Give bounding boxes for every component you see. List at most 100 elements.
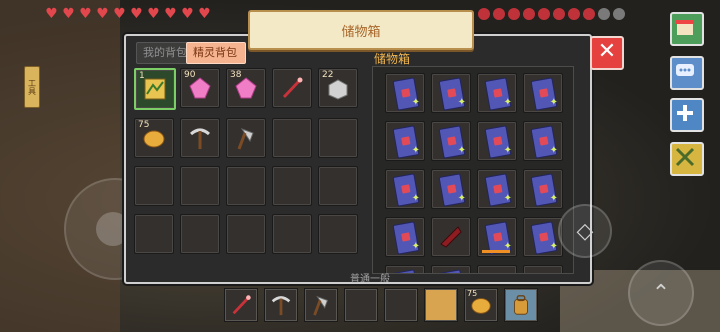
heart-icon: ♥ (147, 6, 160, 22)
inventory-slot[interactable]: 1 (134, 68, 176, 110)
sparkle-icon: ✦ (457, 193, 466, 204)
shop-icon (676, 20, 694, 35)
hotbar-item-name: 普通一般 (350, 274, 390, 285)
map-icon (144, 78, 166, 100)
storage-slot[interactable] (523, 265, 563, 273)
heart-icon: ♥ (62, 6, 75, 22)
chat-button[interactable] (670, 56, 704, 90)
inventory-slot[interactable] (226, 118, 266, 158)
craft-button[interactable] (670, 142, 704, 176)
backpack-icon (514, 295, 528, 315)
hunger-pip-icon (553, 8, 565, 20)
pickaxe-icon (271, 296, 291, 316)
hotbar-slot[interactable] (304, 288, 338, 322)
inventory-slot[interactable] (180, 118, 220, 158)
hunger-pip-icon (613, 8, 625, 20)
inventory-slot[interactable] (180, 214, 220, 254)
storage-slot[interactable]: ✦ (431, 73, 471, 113)
heart-icon: ♥ (96, 6, 109, 22)
heart-icon: ♥ (113, 6, 126, 22)
inventory-slot[interactable]: 75 (134, 118, 174, 158)
sparkle-icon: ✦ (549, 193, 558, 204)
close-button[interactable]: ✕ (590, 36, 624, 70)
sparkle-icon: ✦ (503, 97, 512, 108)
backpack-button[interactable] (504, 288, 538, 322)
storage-slot[interactable] (385, 265, 425, 273)
add-button[interactable] (670, 98, 704, 132)
storage-slot[interactable]: ✦ (385, 73, 425, 113)
hunger-pip-icon (583, 8, 595, 20)
hunger-pip-icon (493, 8, 505, 20)
sparkle-icon: ✦ (411, 97, 420, 108)
heart-icon: ♥ (198, 6, 211, 22)
inventory-slot[interactable] (272, 166, 312, 206)
storage-slot[interactable]: ✦ (385, 121, 425, 161)
shop-button[interactable] (670, 12, 704, 46)
storage-slot[interactable]: ✦ (523, 217, 563, 257)
inventory-slot[interactable] (226, 166, 266, 206)
hunger-pip-icon (598, 8, 610, 20)
wooden-wall (0, 0, 120, 332)
storage-slot[interactable] (431, 265, 471, 273)
storage-slot[interactable]: ✦ (477, 169, 517, 209)
sparkle-icon: ✦ (549, 97, 558, 108)
inventory-slot[interactable]: 90 (180, 68, 220, 108)
inventory-slot[interactable] (134, 166, 174, 206)
hunger-pip-icon (538, 8, 550, 20)
jump-button[interactable]: ⌃ (628, 260, 694, 326)
storage-slot[interactable]: ✦ (477, 217, 517, 257)
sparkle-icon: ✦ (503, 193, 512, 204)
hotbar-slot[interactable] (344, 288, 378, 322)
side-tool-tab[interactable]: 工具 (24, 66, 40, 108)
inventory-slot[interactable] (134, 214, 174, 254)
inventory-slot[interactable] (272, 68, 312, 108)
storage-title: 储物箱 (341, 24, 381, 40)
storage-slot[interactable] (477, 265, 517, 273)
storage-slot[interactable]: ✦ (523, 169, 563, 209)
inventory-slot[interactable] (272, 214, 312, 254)
plus-icon (677, 105, 693, 121)
storage-slot[interactable]: ✦ (523, 121, 563, 161)
storage-box-grid: ✦ ✦ ✦ ✦ ✦ ✦ ✦ ✦ ✦ ✦ ✦ ✦ ✦ ✦ ✦ (385, 73, 563, 273)
inventory-slot[interactable] (272, 118, 312, 158)
inventory-slot[interactable] (318, 214, 358, 254)
hunger-meter (478, 8, 625, 20)
inventory-slot[interactable] (318, 166, 358, 206)
storage-slot[interactable]: ✦ (385, 217, 425, 257)
hotbar-slot[interactable] (384, 288, 418, 322)
hunger-pip-icon (523, 8, 535, 20)
hotbar-slot[interactable]: 75 (464, 288, 498, 322)
sparkle-icon: ✦ (457, 97, 466, 108)
storage-slot[interactable]: ✦ (431, 121, 471, 161)
hotbar-slot-active[interactable] (424, 288, 458, 322)
tab-spirit-backpack[interactable]: 精灵背包 (186, 42, 246, 64)
storage-slot[interactable]: ✦ (523, 73, 563, 113)
hotbar-slot[interactable] (224, 288, 258, 322)
storage-slot[interactable] (431, 217, 471, 257)
hunger-pip-icon (508, 8, 520, 20)
inventory-slot[interactable]: 22 (318, 68, 358, 108)
storage-slot[interactable]: ✦ (477, 73, 517, 113)
axe-icon (237, 128, 254, 150)
hotbar-slot[interactable] (264, 288, 298, 322)
action-button[interactable]: ◇ (558, 204, 612, 258)
inventory-slot[interactable] (180, 166, 220, 206)
red-wand-icon (282, 77, 303, 99)
storage-slot[interactable]: ✦ (477, 121, 517, 161)
inventory-slot[interactable] (226, 214, 266, 254)
heart-icon: ♥ (130, 6, 143, 22)
heart-icon: ♥ (45, 6, 58, 22)
spellbook-icon (392, 269, 420, 273)
storage-title-banner: 储物箱 (248, 10, 474, 50)
inventory-slot[interactable]: 38 (226, 68, 266, 108)
heart-icon: ♥ (164, 6, 177, 22)
hotbar: 75 (224, 288, 538, 322)
storage-slot[interactable]: ✦ (385, 169, 425, 209)
sparkle-icon: ✦ (411, 193, 420, 204)
sparkle-icon: ✦ (457, 145, 466, 156)
health-hearts: ♥ ♥ ♥ ♥ ♥ ♥ ♥ ♥ ♥ ♥ (44, 6, 212, 22)
chat-icon (676, 64, 694, 76)
backpack-grid: 1 90 38 22 75 (134, 68, 358, 254)
storage-slot[interactable]: ✦ (431, 169, 471, 209)
inventory-slot[interactable] (318, 118, 358, 158)
